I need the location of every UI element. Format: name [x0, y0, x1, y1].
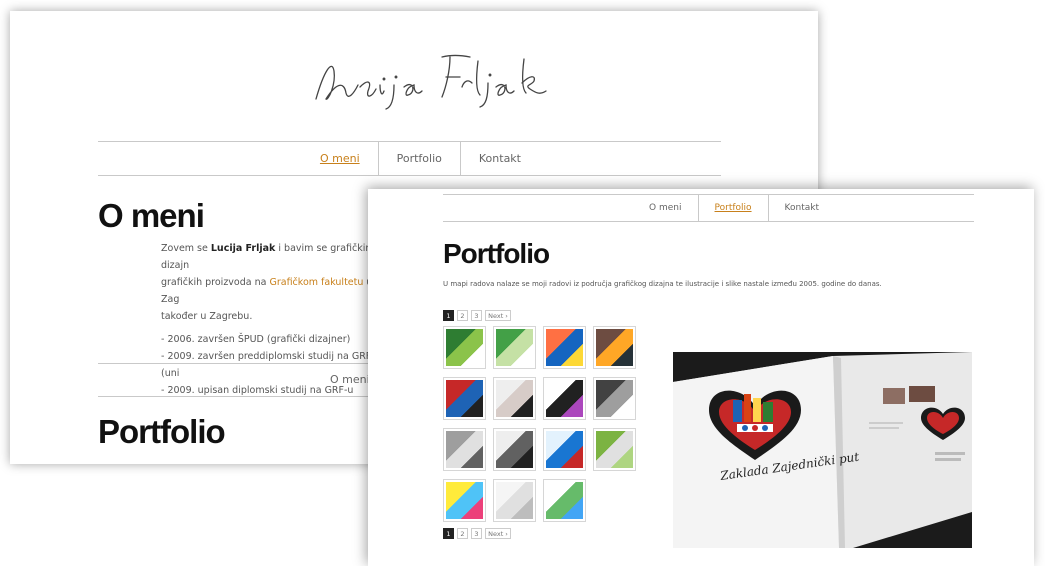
- nav-item-o-meni[interactable]: O meni: [302, 142, 378, 175]
- thumbnail-color-mosaic[interactable]: [443, 479, 486, 522]
- author-name: Lucija Frljak: [210, 243, 276, 254]
- thumbnail-green-sketch[interactable]: [593, 428, 636, 471]
- bio-line: Zovem se Lucija Frljak i bavim se grafič…: [161, 240, 381, 274]
- main-nav: O meni Portfolio Kontakt: [443, 194, 974, 222]
- nav-item-o-meni[interactable]: O meni: [633, 195, 697, 221]
- thumbnail-image: [446, 431, 483, 468]
- thumbnail-figure-sculpture[interactable]: [493, 428, 536, 471]
- page-button-2[interactable]: 2: [457, 528, 468, 539]
- page-button-1[interactable]: 1: [443, 310, 454, 321]
- thumbnail-image: [546, 380, 583, 417]
- nav-item-kontakt[interactable]: Kontakt: [459, 142, 721, 175]
- website-window-portfolio: O meni Portfolio Kontakt Portfolio U map…: [368, 189, 1034, 566]
- list-item: - 2006. završen ŠPUD (grafički dizajner): [161, 334, 351, 345]
- featured-photo[interactable]: Zaklada Zajednički put: [673, 352, 972, 548]
- main-nav: O meni Portfolio Kontakt: [98, 141, 721, 176]
- page-button-3[interactable]: 3: [471, 310, 482, 321]
- section-nav-item-o-meni[interactable]: O meni: [330, 373, 370, 386]
- thumbnail-image: [446, 329, 483, 366]
- nav-item-kontakt[interactable]: Kontakt: [767, 195, 974, 221]
- thumbnail-leaflet-set[interactable]: [543, 479, 586, 522]
- thumbnail-image: [596, 329, 633, 366]
- thumbnail-image: [496, 329, 533, 366]
- thumbnail-lm-design-logo[interactable]: [543, 377, 586, 420]
- thumbnail-green-brochure[interactable]: [443, 326, 486, 369]
- thumbnail-image: [596, 380, 633, 417]
- page-button-1[interactable]: 1: [443, 528, 454, 539]
- next-page-button[interactable]: Next ›: [485, 310, 511, 321]
- thumbnail-image: [546, 431, 583, 468]
- nav-item-portfolio[interactable]: Portfolio: [377, 142, 460, 175]
- bio-line: grafičkih proizvoda na Grafičkom fakulte…: [161, 274, 381, 308]
- thumbnail-green-poster[interactable]: [493, 326, 536, 369]
- thumbnail-image: [496, 431, 533, 468]
- thumbnail-image: [446, 380, 483, 417]
- thumbnail-image: [446, 482, 483, 519]
- pagination-top: 1 2 3 Next ›: [443, 310, 511, 321]
- section-title-portfolio: Portfolio: [98, 413, 226, 450]
- bio-text-part: Zovem se: [161, 243, 211, 254]
- faculty-link[interactable]: Grafičkom fakultetu: [269, 277, 363, 288]
- portfolio-description: U mapi radova nalaze se moji radovi iz p…: [443, 280, 882, 288]
- signature-logo[interactable]: [310, 41, 570, 111]
- next-page-button[interactable]: Next ›: [485, 528, 511, 539]
- thumbnail-image: [496, 380, 533, 417]
- thumbnail-ponos-poster[interactable]: [543, 326, 586, 369]
- pagination-bottom: 1 2 3 Next ›: [443, 528, 511, 539]
- thumbnail-image: [546, 329, 583, 366]
- thumbnail-image: [596, 431, 633, 468]
- page-button-3[interactable]: 3: [471, 528, 482, 539]
- signature-drawing: [315, 54, 547, 110]
- thumbnail-book-spread[interactable]: [493, 377, 536, 420]
- thumbnail-bw-illustration[interactable]: [593, 377, 636, 420]
- thumbnail-grey-photo[interactable]: [443, 428, 486, 471]
- page-title: O meni: [98, 197, 205, 234]
- thumbnail-image: [496, 482, 533, 519]
- thumbnail-white-tshirt[interactable]: [493, 479, 536, 522]
- page-button-2[interactable]: 2: [457, 310, 468, 321]
- book-photo-image: Zaklada Zajednički put: [673, 352, 972, 548]
- nav-item-portfolio[interactable]: Portfolio: [697, 195, 768, 221]
- bio-text-part: grafičkih proizvoda na: [161, 277, 270, 288]
- thumbnail-mlijeko-packaging[interactable]: [543, 428, 586, 471]
- thumbnail-image: [546, 482, 583, 519]
- page-title: Portfolio: [443, 238, 550, 269]
- bio-line: također u Zagrebu.: [161, 311, 253, 322]
- thumbnail-heart-illustration[interactable]: [443, 377, 486, 420]
- thumbnail-abstract-illustration[interactable]: [593, 326, 636, 369]
